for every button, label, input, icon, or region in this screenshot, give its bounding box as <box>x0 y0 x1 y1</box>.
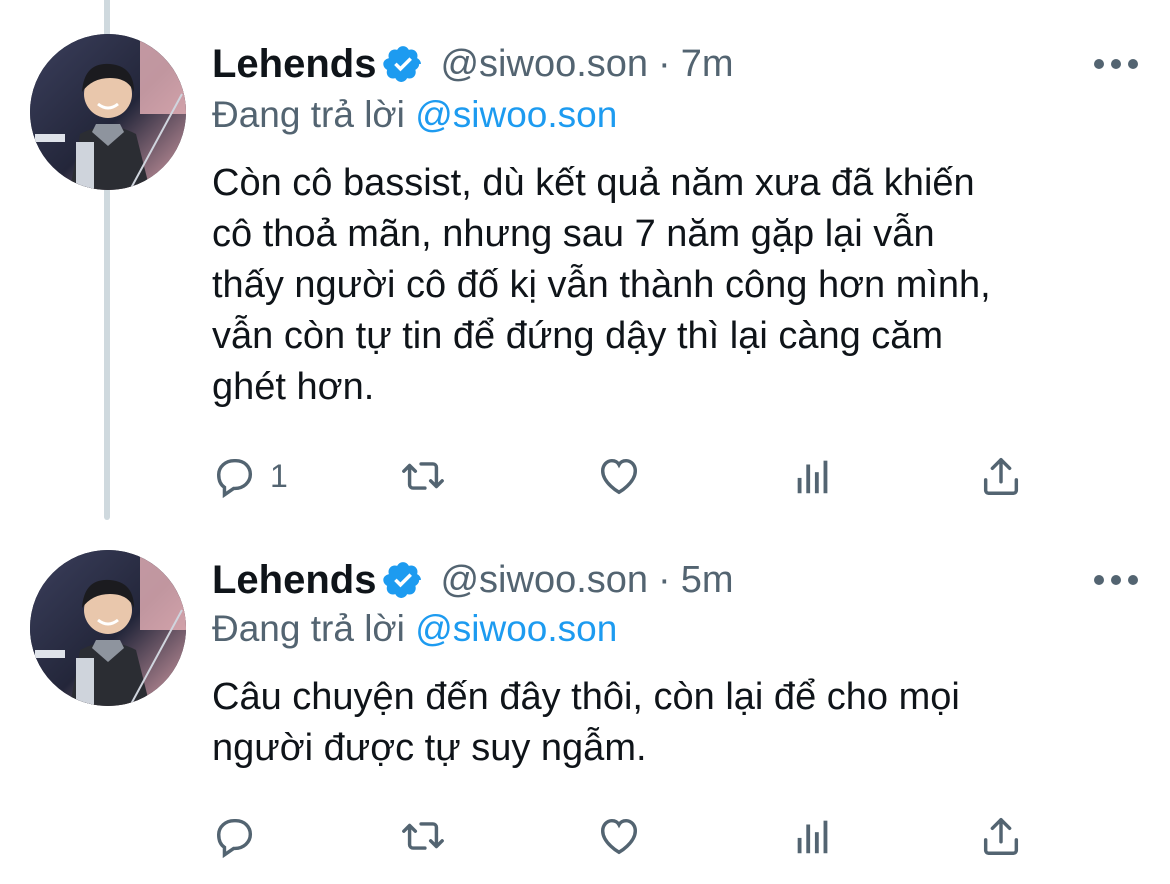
reply-count: 1 <box>270 457 288 494</box>
tweet-actions <box>212 808 1042 864</box>
replying-to-mention[interactable]: @siwoo.son <box>415 94 617 135</box>
separator-dot: · <box>658 42 671 85</box>
reply-icon <box>216 818 253 859</box>
retweet-button[interactable] <box>400 808 446 864</box>
share-icon <box>983 457 1019 495</box>
tweet-actions: 1 <box>212 448 1042 504</box>
retweet-icon <box>402 462 444 490</box>
verified-badge-icon <box>383 562 422 598</box>
analytics-icon <box>797 820 828 854</box>
replying-to: Đang trả lời @siwoo.son <box>212 608 617 650</box>
reply-button[interactable]: 1 <box>212 448 288 504</box>
analytics-button[interactable] <box>790 808 836 864</box>
display-name[interactable]: Lehends <box>212 42 376 87</box>
replying-to-label: Đang trả lời <box>212 94 405 135</box>
analytics-icon <box>797 460 828 494</box>
retweet-button[interactable] <box>400 448 446 504</box>
reply-icon <box>216 458 253 499</box>
more-icon[interactable] <box>1094 574 1138 586</box>
replying-to: Đang trả lời @siwoo.son <box>212 94 617 136</box>
user-handle[interactable]: @siwoo.son <box>440 43 648 86</box>
timestamp[interactable]: 5m <box>681 559 734 602</box>
like-icon <box>600 818 638 855</box>
avatar[interactable] <box>30 550 186 706</box>
separator-dot: · <box>658 558 671 601</box>
replying-to-mention[interactable]: @siwoo.son <box>415 608 617 649</box>
retweet-icon <box>402 822 444 850</box>
tweet-header: Lehends @siwoo.son · 5m <box>212 552 734 608</box>
tweet-header: Lehends @siwoo.son · 7m <box>212 36 734 92</box>
timestamp[interactable]: 7m <box>681 43 734 86</box>
share-icon <box>983 817 1019 855</box>
analytics-button[interactable] <box>790 448 836 504</box>
tweet[interactable]: Lehends @siwoo.son · 7m Đang trả lời @si… <box>0 0 1170 530</box>
tweet[interactable]: Lehends @siwoo.son · 5m Đang trả lời @si… <box>0 530 1170 884</box>
like-button[interactable] <box>596 808 642 864</box>
replying-to-label: Đang trả lời <box>212 608 405 649</box>
share-button[interactable] <box>978 448 1024 504</box>
display-name[interactable]: Lehends <box>212 558 376 603</box>
more-icon[interactable] <box>1094 58 1138 70</box>
reply-button[interactable] <box>212 808 270 864</box>
avatar[interactable] <box>30 34 186 190</box>
like-button[interactable] <box>596 448 642 504</box>
verified-badge-icon <box>383 46 422 82</box>
tweet-text: Câu chuyện đến đây thôi, còn lại để cho … <box>212 676 960 769</box>
tweet-text: Còn cô bassist, dù kết quả năm xưa đã kh… <box>212 162 991 408</box>
user-handle[interactable]: @siwoo.son <box>440 559 648 602</box>
like-icon <box>600 458 638 495</box>
share-button[interactable] <box>978 808 1024 864</box>
